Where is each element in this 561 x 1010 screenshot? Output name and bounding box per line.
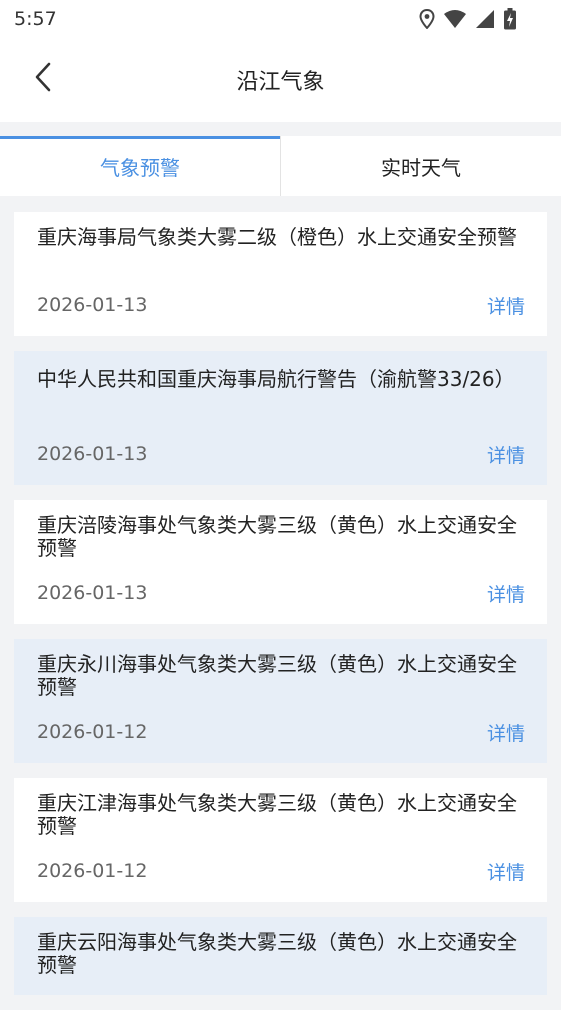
notice-title: 重庆云阳海事处气象类大雾三级（黄色）水上交通安全预警 bbox=[37, 930, 517, 977]
notice-date: 2026-01-13 bbox=[37, 294, 148, 316]
detail-link[interactable]: 详情 bbox=[487, 292, 525, 319]
notice-footer: 2026-01-13 详情 bbox=[37, 580, 525, 606]
tab-realtime-weather[interactable]: 实时天气 bbox=[280, 136, 561, 196]
list-item[interactable]: 重庆永川海事处气象类大雾三级（黄色）水上交通安全预警 2026-01-12 详情 bbox=[14, 639, 547, 763]
notice-date: 2026-01-12 bbox=[37, 721, 148, 743]
notice-title: 重庆涪陵海事处气象类大雾三级（黄色）水上交通安全预警 bbox=[37, 513, 517, 560]
notice-date: 2026-01-12 bbox=[37, 860, 148, 882]
location-icon bbox=[419, 9, 435, 29]
list-item[interactable]: 重庆海事局气象类大雾二级（橙色）水上交通安全预警 2026-01-13 详情 bbox=[14, 212, 547, 336]
detail-link[interactable]: 详情 bbox=[487, 580, 525, 607]
notice-date: 2026-01-13 bbox=[37, 443, 148, 465]
notice-list: 重庆海事局气象类大雾二级（橙色）水上交通安全预警 2026-01-13 详情 中… bbox=[14, 212, 547, 1010]
notice-title: 重庆永川海事处气象类大雾三级（黄色）水上交通安全预警 bbox=[37, 652, 517, 699]
notice-footer: 2026-01-12 详情 bbox=[37, 719, 525, 745]
detail-link[interactable]: 详情 bbox=[487, 858, 525, 885]
notice-date: 2026-01-13 bbox=[37, 582, 148, 604]
notice-footer: 2026-01-12 详情 bbox=[37, 858, 525, 884]
list-item[interactable]: 重庆涪陵海事处气象类大雾三级（黄色）水上交通安全预警 2026-01-13 详情 bbox=[14, 500, 547, 624]
notice-title: 重庆海事局气象类大雾二级（橙色）水上交通安全预警 bbox=[37, 225, 517, 249]
notice-title: 重庆江津海事处气象类大雾三级（黄色）水上交通安全预警 bbox=[37, 791, 517, 838]
notice-footer: 2026-01-13 详情 bbox=[37, 292, 525, 318]
battery-charging-icon bbox=[503, 8, 517, 30]
tab-bar: 气象预警 实时天气 bbox=[0, 136, 561, 196]
app-header: 沿江气象 bbox=[0, 38, 561, 122]
list-item[interactable]: 重庆云阳海事处气象类大雾三级（黄色）水上交通安全预警 bbox=[14, 917, 547, 995]
detail-link[interactable]: 详情 bbox=[487, 441, 525, 468]
signal-icon bbox=[475, 9, 495, 29]
list-item[interactable]: 中华人民共和国重庆海事局航行警告（渝航警33/26） 2026-01-13 详情 bbox=[14, 351, 547, 485]
status-icons bbox=[419, 8, 517, 30]
list-item[interactable]: 重庆江津海事处气象类大雾三级（黄色）水上交通安全预警 2026-01-12 详情 bbox=[14, 778, 547, 902]
page-title: 沿江气象 bbox=[236, 70, 325, 95]
detail-link[interactable]: 详情 bbox=[487, 719, 525, 746]
tab-weather-warning[interactable]: 气象预警 bbox=[0, 136, 280, 196]
status-bar: 5:57 bbox=[0, 0, 561, 38]
notice-title: 中华人民共和国重庆海事局航行警告（渝航警33/26） bbox=[37, 367, 515, 391]
wifi-icon bbox=[443, 9, 467, 29]
status-time: 5:57 bbox=[14, 8, 57, 30]
notice-footer: 2026-01-13 详情 bbox=[37, 441, 525, 467]
